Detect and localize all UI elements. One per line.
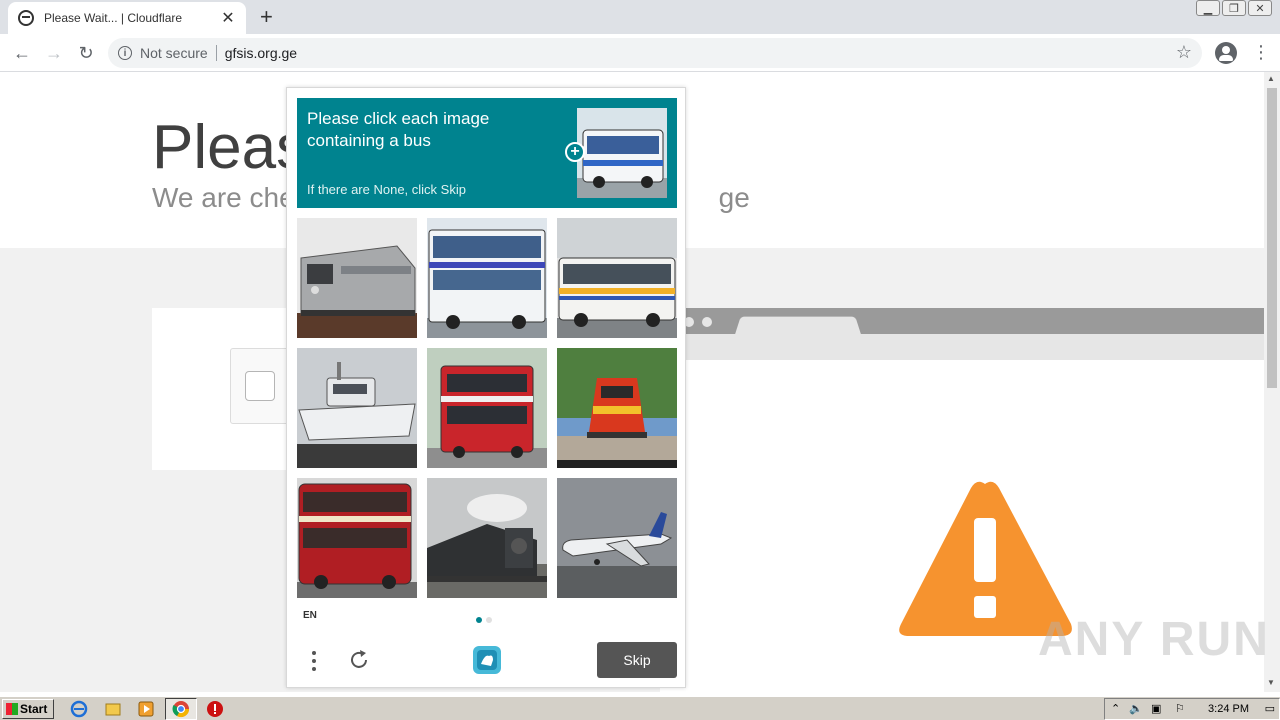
url-text[interactable]: gfsis.org.ge (225, 45, 297, 61)
address-bar[interactable]: i Not secure gfsis.org.ge ☆ (108, 38, 1202, 68)
start-button[interactable]: Start (2, 699, 54, 719)
captcha-tile-train[interactable] (427, 478, 547, 598)
network-icon[interactable]: ▣ (1151, 702, 1161, 715)
page-dot (486, 617, 492, 623)
window-controls: ▁ ❐ ✕ (1196, 0, 1272, 16)
tab-close-icon[interactable]: ✕ (220, 8, 236, 28)
cloudflare-favicon-icon (18, 10, 34, 26)
bookmark-star-icon[interactable]: ☆ (1176, 42, 1192, 63)
windows-flag-icon (6, 703, 18, 715)
page-scrollbar[interactable]: ▲ ▼ (1264, 72, 1280, 692)
forward-arrow-icon[interactable]: → (42, 41, 66, 65)
minimize-icon[interactable]: ▁ (1196, 0, 1220, 16)
captcha-tile-bus[interactable] (427, 218, 547, 338)
anyrun-watermark: ANY RUN (1038, 613, 1270, 666)
antivirus-icon[interactable] (206, 700, 224, 718)
hcaptcha-logo-icon[interactable] (471, 644, 503, 676)
scroll-down-icon[interactable]: ▼ (1267, 678, 1275, 687)
captcha-challenge: Please click each image containing a bus… (286, 87, 686, 688)
action-center-flag-icon[interactable]: ⚐ (1175, 702, 1185, 715)
profile-avatar-icon[interactable] (1215, 42, 1237, 64)
system-tray: ⌃ 🔈 ▣ ⚐ 3:24 PM ▭ (1104, 698, 1280, 720)
captcha-footer: Skip (287, 638, 687, 688)
file-explorer-icon[interactable] (104, 700, 122, 718)
add-sample-icon[interactable]: + (565, 142, 585, 162)
security-label: Not secure (140, 45, 208, 61)
human-checkbox[interactable] (245, 371, 275, 401)
illustration-strip (660, 334, 1264, 360)
browser-toolbar: ← → ↻ i Not secure gfsis.org.ge ☆ ⋮ (0, 34, 1280, 72)
tab-cloudflare[interactable]: Please Wait... | Cloudflare ✕ (8, 2, 246, 34)
reload-icon[interactable]: ↻ (74, 41, 98, 65)
captcha-sample-image (577, 108, 667, 198)
tray-expand-icon[interactable]: ⌃ (1111, 702, 1120, 715)
media-player-icon[interactable] (137, 700, 155, 718)
back-arrow-icon[interactable]: ← (10, 41, 34, 65)
internet-explorer-icon[interactable] (70, 700, 88, 718)
scrollbar-thumb[interactable] (1267, 88, 1277, 388)
captcha-tile-train[interactable] (297, 218, 417, 338)
captcha-hint: If there are None, click Skip (307, 182, 466, 197)
more-options-icon[interactable] (311, 648, 317, 674)
browser-menu-icon[interactable]: ⋮ (1252, 42, 1270, 63)
captcha-image-grid (297, 218, 677, 598)
chrome-taskbar-button[interactable] (165, 698, 197, 720)
taskbar-clock[interactable]: 3:24 PM (1208, 703, 1249, 715)
illustration-tab (735, 316, 861, 335)
captcha-tile-bus[interactable] (427, 348, 547, 468)
volume-icon[interactable]: 🔈 (1129, 702, 1143, 715)
page-dot (476, 617, 482, 623)
captcha-tile-airplane[interactable] (557, 478, 677, 598)
skip-button[interactable]: Skip (597, 642, 677, 678)
new-tab-button[interactable]: + (260, 6, 273, 28)
windows-taskbar: Start ⌃ 🔈 ▣ ⚐ 3:24 PM ▭ (0, 696, 1280, 720)
start-label: Start (20, 702, 48, 716)
refresh-icon[interactable] (347, 648, 371, 672)
show-desktop-icon[interactable]: ▭ (1265, 702, 1275, 715)
captcha-header: Please click each image containing a bus… (297, 98, 677, 208)
captcha-tile-bus[interactable] (557, 218, 677, 338)
captcha-tile-bus[interactable] (297, 478, 417, 598)
tab-title: Please Wait... | Cloudflare (44, 11, 183, 25)
page-subtitle-start: We are che (152, 182, 295, 213)
address-separator (215, 45, 217, 61)
info-icon[interactable]: i (118, 46, 132, 60)
scroll-up-icon[interactable]: ▲ (1267, 74, 1275, 83)
language-selector[interactable]: EN (303, 610, 317, 621)
captcha-prompt: Please click each image containing a bus (307, 109, 490, 150)
illustration-dot (702, 317, 712, 327)
close-window-icon[interactable]: ✕ (1248, 0, 1272, 16)
page-indicator (476, 617, 492, 623)
restore-icon[interactable]: ❐ (1222, 0, 1246, 16)
chrome-icon (172, 701, 190, 718)
tab-strip: Please Wait... | Cloudflare ✕ + ▁ ❐ ✕ (0, 0, 1280, 34)
captcha-tile-boat[interactable] (297, 348, 417, 468)
captcha-tile-train[interactable] (557, 348, 677, 468)
page-subtitle-end: ge (718, 182, 750, 213)
